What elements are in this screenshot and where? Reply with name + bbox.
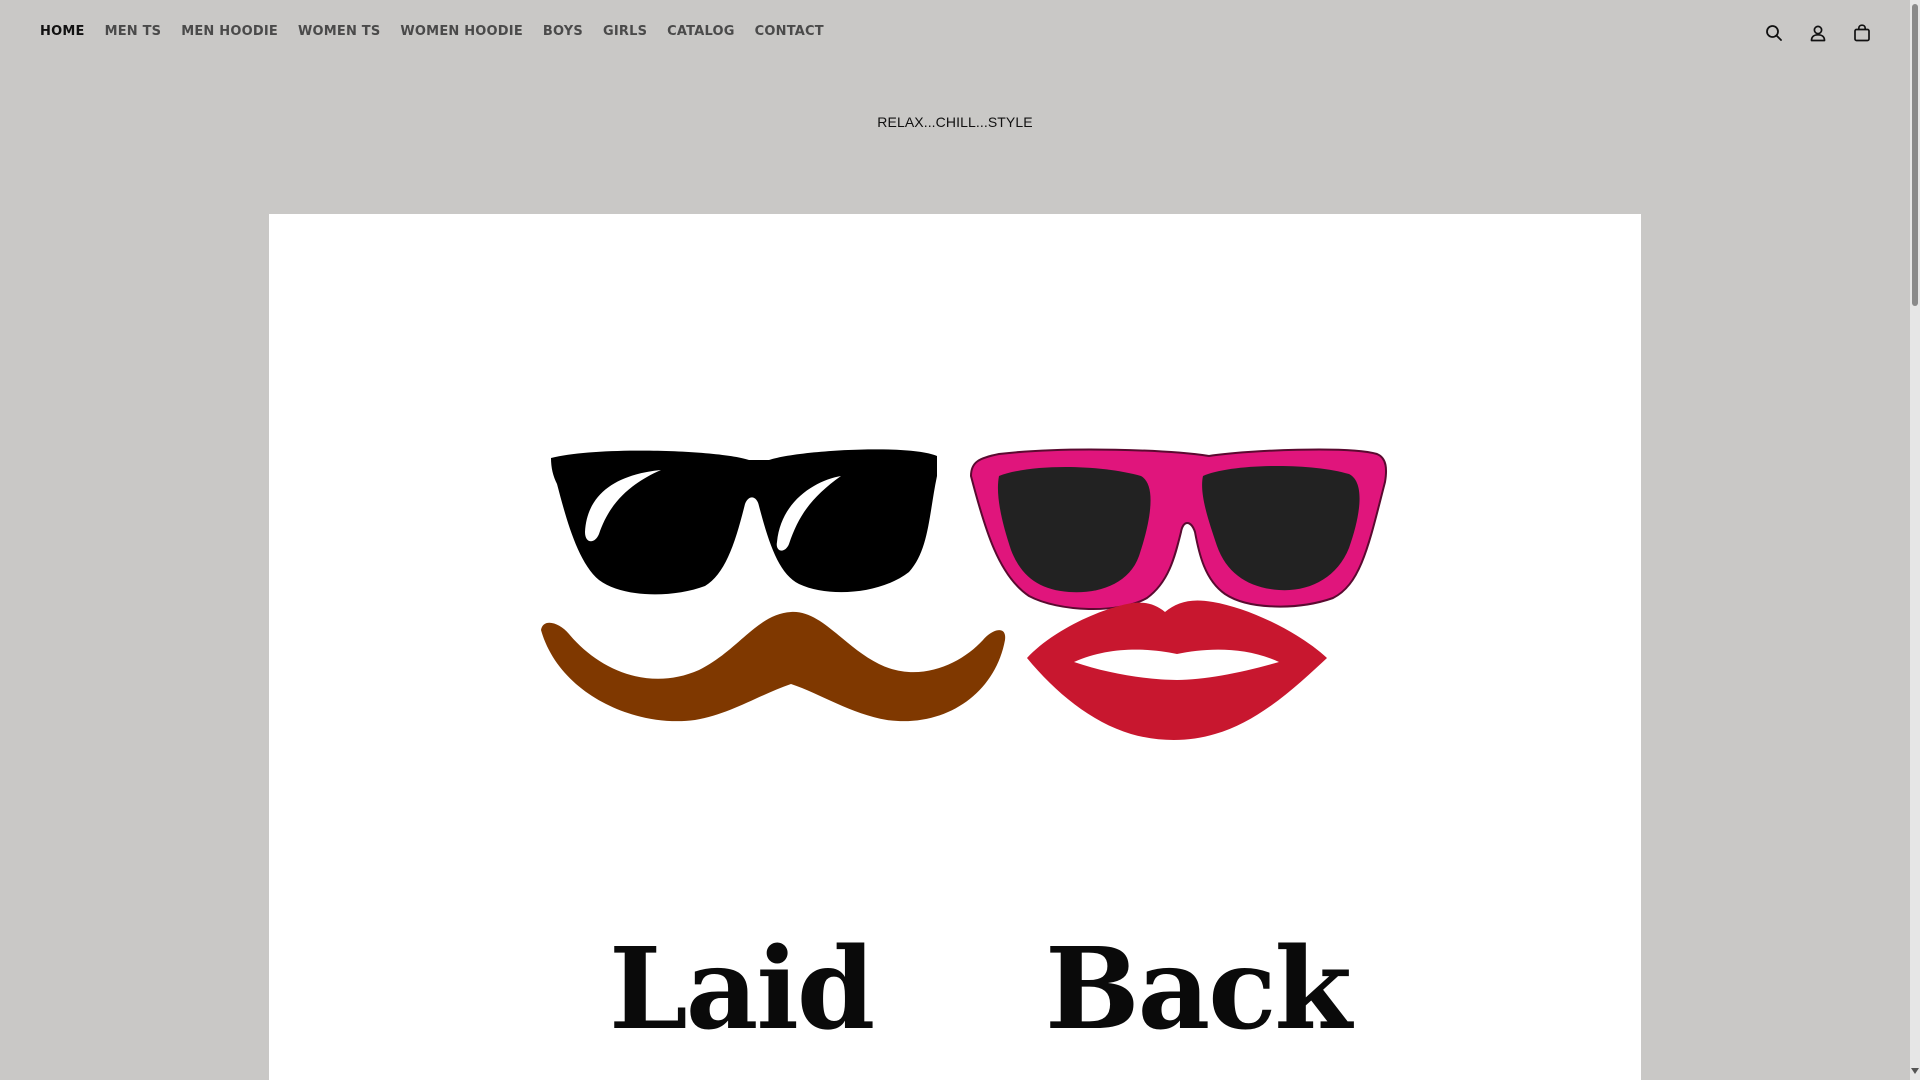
nav-men-ts[interactable]: MEN TS — [105, 22, 162, 42]
scrollbar-thumb[interactable] — [1912, 4, 1918, 306]
search-icon — [1766, 25, 1782, 41]
site-header: HOME MEN TS MEN HOODIE WOMEN TS WOMEN HO… — [0, 0, 1910, 66]
hero-banner[interactable]: Laid Back — [269, 214, 1641, 1080]
nav-catalog[interactable]: CATALOG — [667, 22, 734, 42]
header-actions — [1752, 20, 1884, 46]
nav-girls[interactable]: GIRLS — [603, 22, 647, 42]
nav-women-ts[interactable]: WOMEN TS — [298, 22, 380, 42]
tagline: RELAX...CHILL...STYLE — [877, 114, 1033, 130]
lips-image — [1027, 600, 1327, 740]
nav-contact[interactable]: CONTACT — [755, 22, 824, 42]
cart-button[interactable] — [1840, 20, 1884, 46]
women-sunglasses-image — [969, 448, 1387, 610]
vertical-scrollbar[interactable] — [1910, 0, 1920, 1080]
page: HOME MEN TS MEN HOODIE WOMEN TS WOMEN HO… — [0, 0, 1920, 1080]
nav-women-hoodie[interactable]: WOMEN HOODIE — [400, 22, 523, 42]
account-icon — [1810, 25, 1826, 42]
nav-home[interactable]: HOME — [40, 22, 85, 42]
hero-word-back: Back — [1045, 924, 1352, 1055]
cart-icon — [1854, 24, 1870, 42]
search-button[interactable] — [1752, 20, 1796, 46]
main-nav: HOME MEN TS MEN HOODIE WOMEN TS WOMEN HO… — [40, 22, 844, 42]
nav-men-hoodie[interactable]: MEN HOODIE — [181, 22, 278, 42]
scroll-down-arrow-icon[interactable] — [1911, 1068, 1919, 1074]
hero-illustration — [541, 448, 1387, 740]
nav-boys[interactable]: BOYS — [543, 22, 583, 42]
account-button[interactable] — [1796, 20, 1840, 46]
mustache-image — [541, 611, 1006, 722]
men-sunglasses-image — [551, 449, 937, 595]
hero-word-laid: Laid — [609, 924, 875, 1055]
